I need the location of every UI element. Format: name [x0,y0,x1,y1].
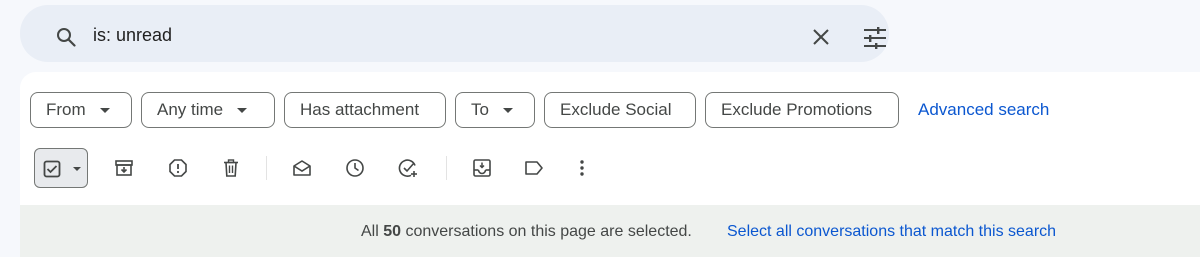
toolbar-divider [266,156,267,180]
checkbox-checked-icon [43,160,61,178]
chip-label: To [471,100,489,119]
chevron-down-icon [237,107,248,113]
chevron-down-icon [99,107,110,113]
chip-label: Exclude Social [560,100,672,119]
search-icon[interactable] [56,27,76,47]
toolbar-divider [446,156,447,180]
search-options-icon[interactable] [863,27,887,49]
chip-label: From [46,100,86,119]
selection-suffix: conversations on this page are selected. [401,223,692,240]
add-to-tasks-icon[interactable] [398,158,418,178]
report-spam-icon[interactable] [168,158,188,178]
close-icon[interactable] [812,28,830,46]
filter-chip-exclude-social[interactable]: Exclude Social [544,92,696,128]
chevron-down-icon [502,107,513,113]
selection-count: 50 [383,223,402,240]
filter-chip-has-attachment[interactable]: Has attachment [284,92,446,128]
snooze-icon[interactable] [345,158,365,178]
search-bar[interactable]: is: unread [20,5,889,62]
mark-as-read-icon[interactable] [292,158,312,178]
delete-icon[interactable] [221,158,241,178]
filter-chip-from[interactable]: From [30,92,132,128]
move-to-icon[interactable] [472,158,492,178]
search-input[interactable]: is: unread [93,25,172,46]
select-all-matching-link[interactable]: Select all conversations that match this… [727,223,1056,241]
selection-prefix: All [361,223,384,240]
filter-chip-to[interactable]: To [455,92,535,128]
filter-chip-exclude-promotions[interactable]: Exclude Promotions [705,92,899,128]
label-icon[interactable] [524,158,544,178]
selection-message: All 50 conversations on this page are se… [361,223,692,241]
more-options-icon[interactable] [572,158,592,178]
advanced-search-link[interactable]: Advanced search [918,100,1049,120]
chevron-down-icon [73,167,81,171]
selection-banner: All 50 conversations on this page are se… [20,205,1200,257]
chip-label: Exclude Promotions [721,100,873,119]
select-all-button[interactable] [34,148,88,188]
filter-chip-any-time[interactable]: Any time [141,92,275,128]
archive-icon[interactable] [114,158,134,178]
chip-label: Has attachment [300,100,420,119]
chip-label: Any time [157,100,224,119]
